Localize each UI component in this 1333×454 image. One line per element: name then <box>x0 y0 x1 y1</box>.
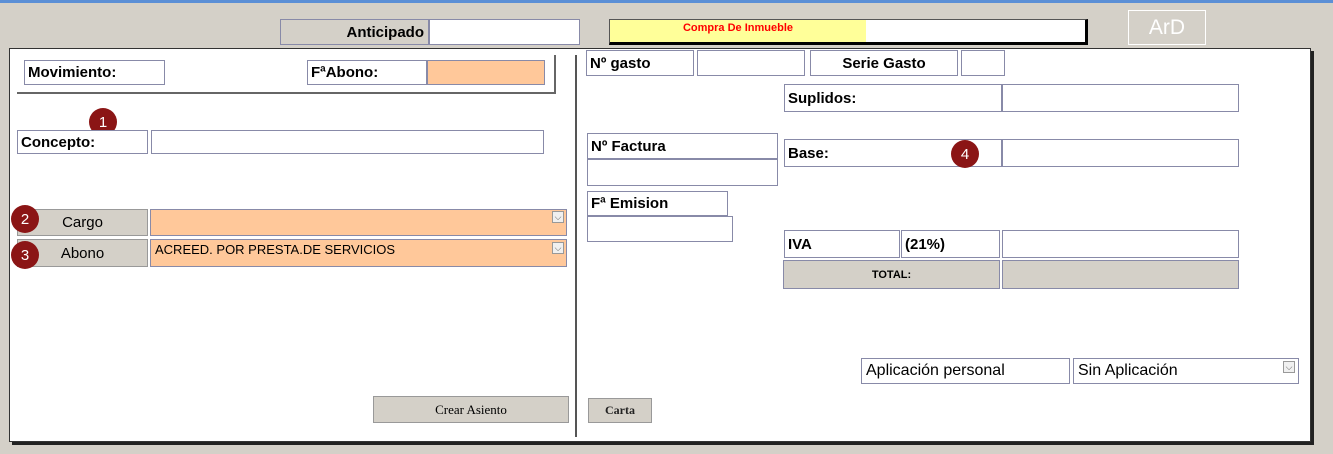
aplicacion-select[interactable]: Sin Aplicación <box>1073 358 1299 384</box>
serie-gasto-field[interactable] <box>961 50 1005 76</box>
iva-rate: (21%) <box>901 230 1000 258</box>
serie-gasto-label: Serie Gasto <box>810 50 958 76</box>
operation-title-box: Compra De Inmueble <box>609 19 1088 45</box>
concepto-label: Concepto: <box>17 130 148 154</box>
crear-asiento-button[interactable]: Crear Asiento <box>373 396 569 423</box>
femision-label: Fª Emision <box>587 191 728 216</box>
marker-3: 3 <box>11 241 39 269</box>
anticipado-field[interactable] <box>429 19 580 45</box>
anticipado-label: Anticipado <box>280 19 429 45</box>
ngasto-field[interactable] <box>697 50 805 76</box>
ngasto-label: Nº gasto <box>586 50 694 76</box>
abono-chevron-down-icon[interactable]: ⌵ <box>552 242 564 254</box>
column-divider <box>575 55 577 437</box>
operation-title: Compra De Inmueble <box>610 20 866 42</box>
suplidos-label: Suplidos: <box>784 84 1002 112</box>
aplicacion-label: Aplicación personal <box>861 358 1070 384</box>
marker-4: 4 <box>951 140 979 168</box>
concepto-field[interactable] <box>151 130 544 154</box>
aplicacion-chevron-down-icon[interactable]: ⌵ <box>1283 361 1295 373</box>
fabono-field[interactable] <box>427 60 545 85</box>
iva-label: IVA <box>784 230 900 258</box>
ard-logo: ArD <box>1128 10 1206 45</box>
nfactura-label: Nº Factura <box>587 133 778 159</box>
carta-button[interactable]: Carta <box>588 398 652 423</box>
cargo-select[interactable] <box>150 209 567 236</box>
femision-field[interactable] <box>587 216 733 242</box>
total-field <box>1002 260 1239 289</box>
suplidos-field[interactable] <box>1002 84 1239 112</box>
nfactura-field[interactable] <box>587 159 778 186</box>
iva-field[interactable] <box>1002 230 1239 258</box>
abono-select[interactable]: ACREED. POR PRESTA.DE SERVICIOS <box>150 239 567 267</box>
marker-2: 2 <box>11 205 39 233</box>
movimiento-label: Movimiento: <box>24 60 165 85</box>
fabono-label: FªAbono: <box>307 60 427 85</box>
base-field[interactable] <box>1002 139 1239 167</box>
cargo-chevron-down-icon[interactable]: ⌵ <box>552 211 564 223</box>
total-label: TOTAL: <box>783 260 1000 289</box>
